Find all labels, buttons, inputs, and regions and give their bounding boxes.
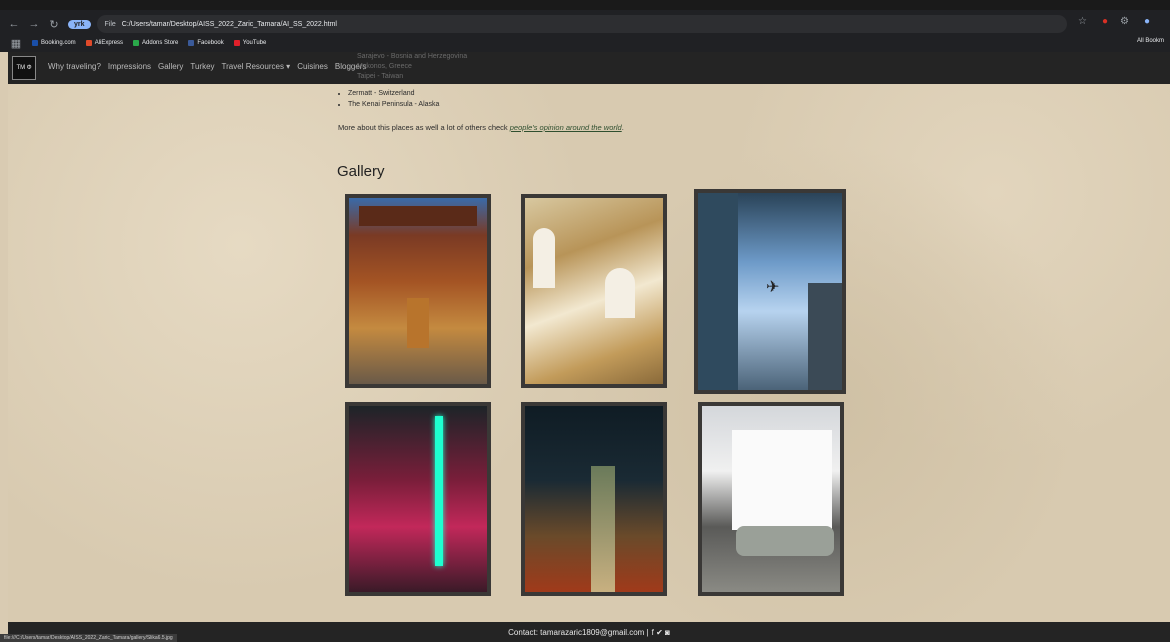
pagoda-shape	[407, 298, 429, 348]
nav-item-cuisines[interactable]: Cuisines	[297, 62, 328, 71]
gallery-image-airplane-skyscrapers[interactable]: ✈	[694, 189, 846, 394]
bookmark-item[interactable]: Booking.com	[32, 40, 76, 46]
neon-sign-shape	[435, 416, 443, 566]
bookmarks-bar: ▦ Booking.com AliExpress Addons Store Fa…	[0, 36, 1170, 50]
browser-status-url: file:///C:/Users/tamar/Desktop/AISS_2022…	[0, 634, 177, 642]
forward-icon[interactable]: →	[28, 18, 40, 30]
gallery-image-kremlin-tower[interactable]	[521, 402, 667, 596]
destinations-list: Zermatt - Switzerland The Kenai Peninsul…	[338, 88, 439, 110]
nav-menu: Why traveling? Impressions Gallery Turke…	[48, 62, 366, 71]
building-shape	[808, 283, 842, 390]
window-shape	[533, 228, 555, 288]
reload-icon[interactable]: ↻	[48, 18, 60, 31]
building-shape	[732, 430, 832, 530]
site-footer: Contact: tamarazaric1809@gmail.com | f ✔…	[8, 622, 1170, 642]
bookmark-favicon-icon	[188, 40, 195, 46]
social-icons[interactable]: f ✔ ◙	[652, 628, 670, 637]
extension-chip[interactable]: yrk	[68, 19, 91, 29]
extension-icon[interactable]: ●	[1102, 16, 1108, 27]
bookmark-favicon-icon	[233, 40, 240, 46]
bookmark-item[interactable]: YouTube	[233, 40, 266, 46]
overlapped-list-item: Mykonos, Greece	[357, 63, 412, 70]
bookmark-favicon-icon	[85, 40, 92, 46]
nav-item-why-traveling[interactable]: Why traveling?	[48, 62, 101, 71]
overlapped-list-item: Sarajevo - Bosnia and Herzegovina	[357, 53, 468, 60]
gallery-image-neon-sign[interactable]	[345, 402, 491, 596]
overlapped-list: Sarajevo - Bosnia and Herzegovina Mykono…	[337, 52, 467, 82]
star-icon[interactable]: ☆	[1078, 16, 1087, 27]
car-shape	[736, 526, 834, 556]
all-bookmarks-button[interactable]: All Bookm	[1137, 38, 1164, 44]
bookmark-item[interactable]: Addons Store	[133, 40, 178, 46]
nav-item-turkey[interactable]: Turkey	[190, 62, 214, 71]
nav-item-impressions[interactable]: Impressions	[108, 62, 151, 71]
footer-contact: Contact: tamarazaric1809@gmail.com |	[508, 627, 649, 637]
gallery-heading: Gallery	[337, 163, 385, 180]
address-row: ← → ↻ yrk File C:/Users/tamar/Desktop/AI…	[0, 12, 1170, 36]
gallery-image-pagoda[interactable]	[345, 194, 491, 388]
window-shape	[605, 268, 635, 318]
nav-item-gallery[interactable]: Gallery	[158, 62, 183, 71]
opinion-link[interactable]: people's opinion around the world	[510, 123, 622, 132]
bookmark-favicon-icon	[32, 40, 38, 46]
site-logo[interactable]: TM Φ	[12, 56, 36, 80]
bookmark-favicon-icon	[133, 40, 140, 46]
gallery-image-vintage-car[interactable]	[698, 402, 844, 596]
file-scheme-label: File	[104, 20, 116, 28]
back-icon[interactable]: ←	[8, 18, 20, 30]
bookmark-item[interactable]: AliExpress	[85, 40, 123, 46]
browser-chrome: ← → ↻ yrk File C:/Users/tamar/Desktop/AI…	[0, 0, 1170, 52]
tab-strip	[0, 0, 1170, 10]
address-bar[interactable]: File C:/Users/tamar/Desktop/AISS_2022_Za…	[96, 15, 1067, 33]
more-info-text: More about this places as well a lot of …	[338, 123, 624, 132]
gallery-image-palace-stairs[interactable]	[521, 194, 667, 388]
list-item: The Kenai Peninsula - Alaska	[348, 99, 439, 110]
overlapped-list-item: Taipei - Taiwan	[357, 73, 404, 80]
extensions-puzzle-icon[interactable]: ⚙	[1120, 16, 1129, 27]
list-item: Zermatt - Switzerland	[348, 88, 439, 99]
site-navbar: TM Φ Why traveling? Impressions Gallery …	[8, 52, 1170, 84]
airplane-icon: ✈	[766, 279, 780, 296]
building-shape	[698, 193, 738, 390]
url-text: C:/Users/tamar/Desktop/AISS_2022_Zaric_T…	[121, 20, 337, 28]
tower-shape	[591, 466, 615, 592]
apps-grid-icon[interactable]: ▦	[10, 37, 22, 50]
nav-item-travel-resources[interactable]: Travel Resources ▾	[222, 62, 291, 71]
bookmark-item[interactable]: Facebook	[188, 40, 224, 46]
profile-avatar-icon[interactable]: ●	[1144, 16, 1150, 27]
gate-roof-shape	[359, 206, 477, 226]
